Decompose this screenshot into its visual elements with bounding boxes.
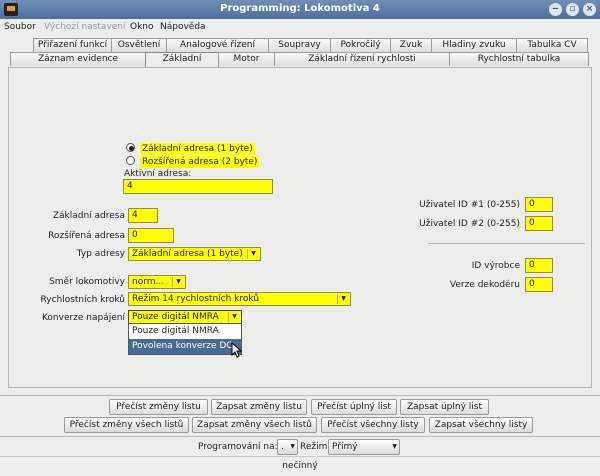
speed-steps-label: Rychlostních kroků [40,295,125,305]
write-all-sheet-changes-button[interactable]: Zapsat změny všech listů [192,417,317,433]
mode-label: Režim: [300,442,331,452]
user-id-2-label: Uživatel ID #2 (0-255) [419,219,520,229]
read-all-sheets-button[interactable]: Přečíst všechny listy [321,417,425,433]
dropdown-option-digital[interactable]: Pouze digitál NMRA [129,324,241,339]
programming-separator [0,436,600,437]
radio-basic-address[interactable] [126,143,135,152]
tab-motor[interactable]: Motor [218,52,275,66]
tab-tabulka-cv[interactable]: Tabulka CV [516,38,588,52]
dropdown-option-dc-conversion[interactable]: Povolena konverze DC [129,339,241,354]
power-conversion-value: Pouze digitál NMRA [132,312,219,322]
read-all-sheet-changes-button[interactable]: Přečíst změny všech listů [64,417,189,433]
direction-label: Směr lokomotivy [49,277,125,287]
menu-vychozi-nastaveni[interactable]: Výchozí nastavení [44,22,126,32]
tab-zvuk[interactable]: Zvuk [390,38,432,52]
manufacturer-id-label: ID výrobce [471,261,520,271]
decoder-version-label: Verze dekodéru [449,280,520,290]
decoder-version-field[interactable]: 0 [525,277,553,292]
title-bar: Programming: Lokomotiva 4 ‒ ▫ × [0,0,600,19]
tab-zakladni-rizeni-rychlosti[interactable]: Základní řízení rychlosti [274,52,450,66]
chevron-down-icon: ▼ [228,312,240,322]
button-area-separator [0,395,600,396]
radio-extended-label: Rozšířená adresa (2 byte) [140,156,260,168]
basic-address-label: Základní adresa [52,211,125,221]
tab-analogove-rizeni[interactable]: Analogové řízení [166,38,269,52]
tab-soupravy[interactable]: Soupravy [268,38,331,52]
right-separator [428,243,585,244]
tab-rychlostni-tabulka[interactable]: Rychlostní tabulka [449,52,589,66]
programming-on-label: Programování na: [198,442,278,452]
power-conversion-combo[interactable]: Pouze digitál NMRA ▼ [128,310,242,324]
tab-zaznam-evidence[interactable]: Záznam evidence [10,52,146,66]
tab-zakladni[interactable]: Základní [145,52,219,67]
status-text: nečinný [282,461,318,471]
speed-steps-value: Režim 14 rychlostních kroků [132,294,260,304]
chevron-down-icon: ▼ [337,294,349,304]
chevron-down-icon: ▼ [172,277,184,287]
address-type-combo[interactable]: Základní adresa (1 byte) ▼ [128,247,261,261]
active-address-field[interactable]: 4 [123,179,273,194]
programmer-value: . [281,442,284,452]
menu-napoveda[interactable]: Nápověda [160,22,206,32]
user-id-1-label: Uživatel ID #1 (0-255) [419,200,520,210]
read-full-sheet-button[interactable]: Přečíst úplný list [311,399,397,415]
tab-pokrocily[interactable]: Pokročilý [330,38,391,52]
write-full-sheet-button[interactable]: Zapsat úplný list [400,399,489,415]
write-sheet-changes-button[interactable]: Zapsat změny listu [211,399,307,415]
tab-osvetleni[interactable]: Osvětlení [111,38,167,52]
minimize-icon[interactable]: ‒ [549,3,562,16]
menu-okno[interactable]: Okno [130,22,154,32]
extended-address-label: Rozšířená adresa [48,231,125,241]
radio-extended-address[interactable] [126,156,135,165]
manufacturer-id-field[interactable]: 0 [525,258,553,273]
menu-soubor[interactable]: Soubor [4,22,36,32]
tab-prirazeni-funkci[interactable]: Přiřazení funkcí [33,38,112,52]
direction-value: norm... [132,277,165,287]
address-type-label: Typ adresy [76,249,125,259]
write-all-sheets-button[interactable]: Zapsat všechny listy [429,417,533,433]
radio-basic-label: Základní adresa (1 byte) [140,143,255,155]
chevron-down-icon: ▼ [247,249,259,259]
mouse-cursor-icon [231,342,243,358]
window-title: Programming: Lokomotiva 4 [220,3,380,14]
read-sheet-changes-button[interactable]: Přečíst změny listu [109,399,208,415]
address-type-value: Základní adresa (1 byte) [132,249,243,259]
mode-combo[interactable]: Přímý ▼ [328,439,400,455]
tab-hladiny-zvuku[interactable]: Hladiny zvuku [431,38,517,52]
status-bar: nečinný [0,456,600,476]
user-id-2-field[interactable]: 0 [525,216,553,231]
power-conversion-dropdown: Pouze digitál NMRA Povolena konverze DC [128,323,242,355]
mode-value: Přímý [332,442,358,452]
close-icon[interactable]: × [583,3,596,16]
basic-address-field[interactable]: 4 [128,208,158,223]
direction-combo[interactable]: norm... ▼ [128,275,186,289]
user-id-1-field[interactable]: 0 [525,197,553,212]
extended-address-field[interactable]: 0 [128,228,174,243]
programmer-combo[interactable]: . ▼ [277,439,298,455]
chevron-down-icon: ▼ [392,443,397,450]
active-address-label: Aktivní adresa: [124,169,192,179]
menu-bar: Soubor Výchozí nastavení Okno Nápověda [0,19,600,36]
maximize-icon[interactable]: ▫ [566,3,579,16]
power-conversion-label: Konverze napájení [41,313,125,323]
chevron-down-icon: ▼ [290,443,295,450]
speed-steps-combo[interactable]: Režim 14 rychlostních kroků ▼ [128,292,351,306]
